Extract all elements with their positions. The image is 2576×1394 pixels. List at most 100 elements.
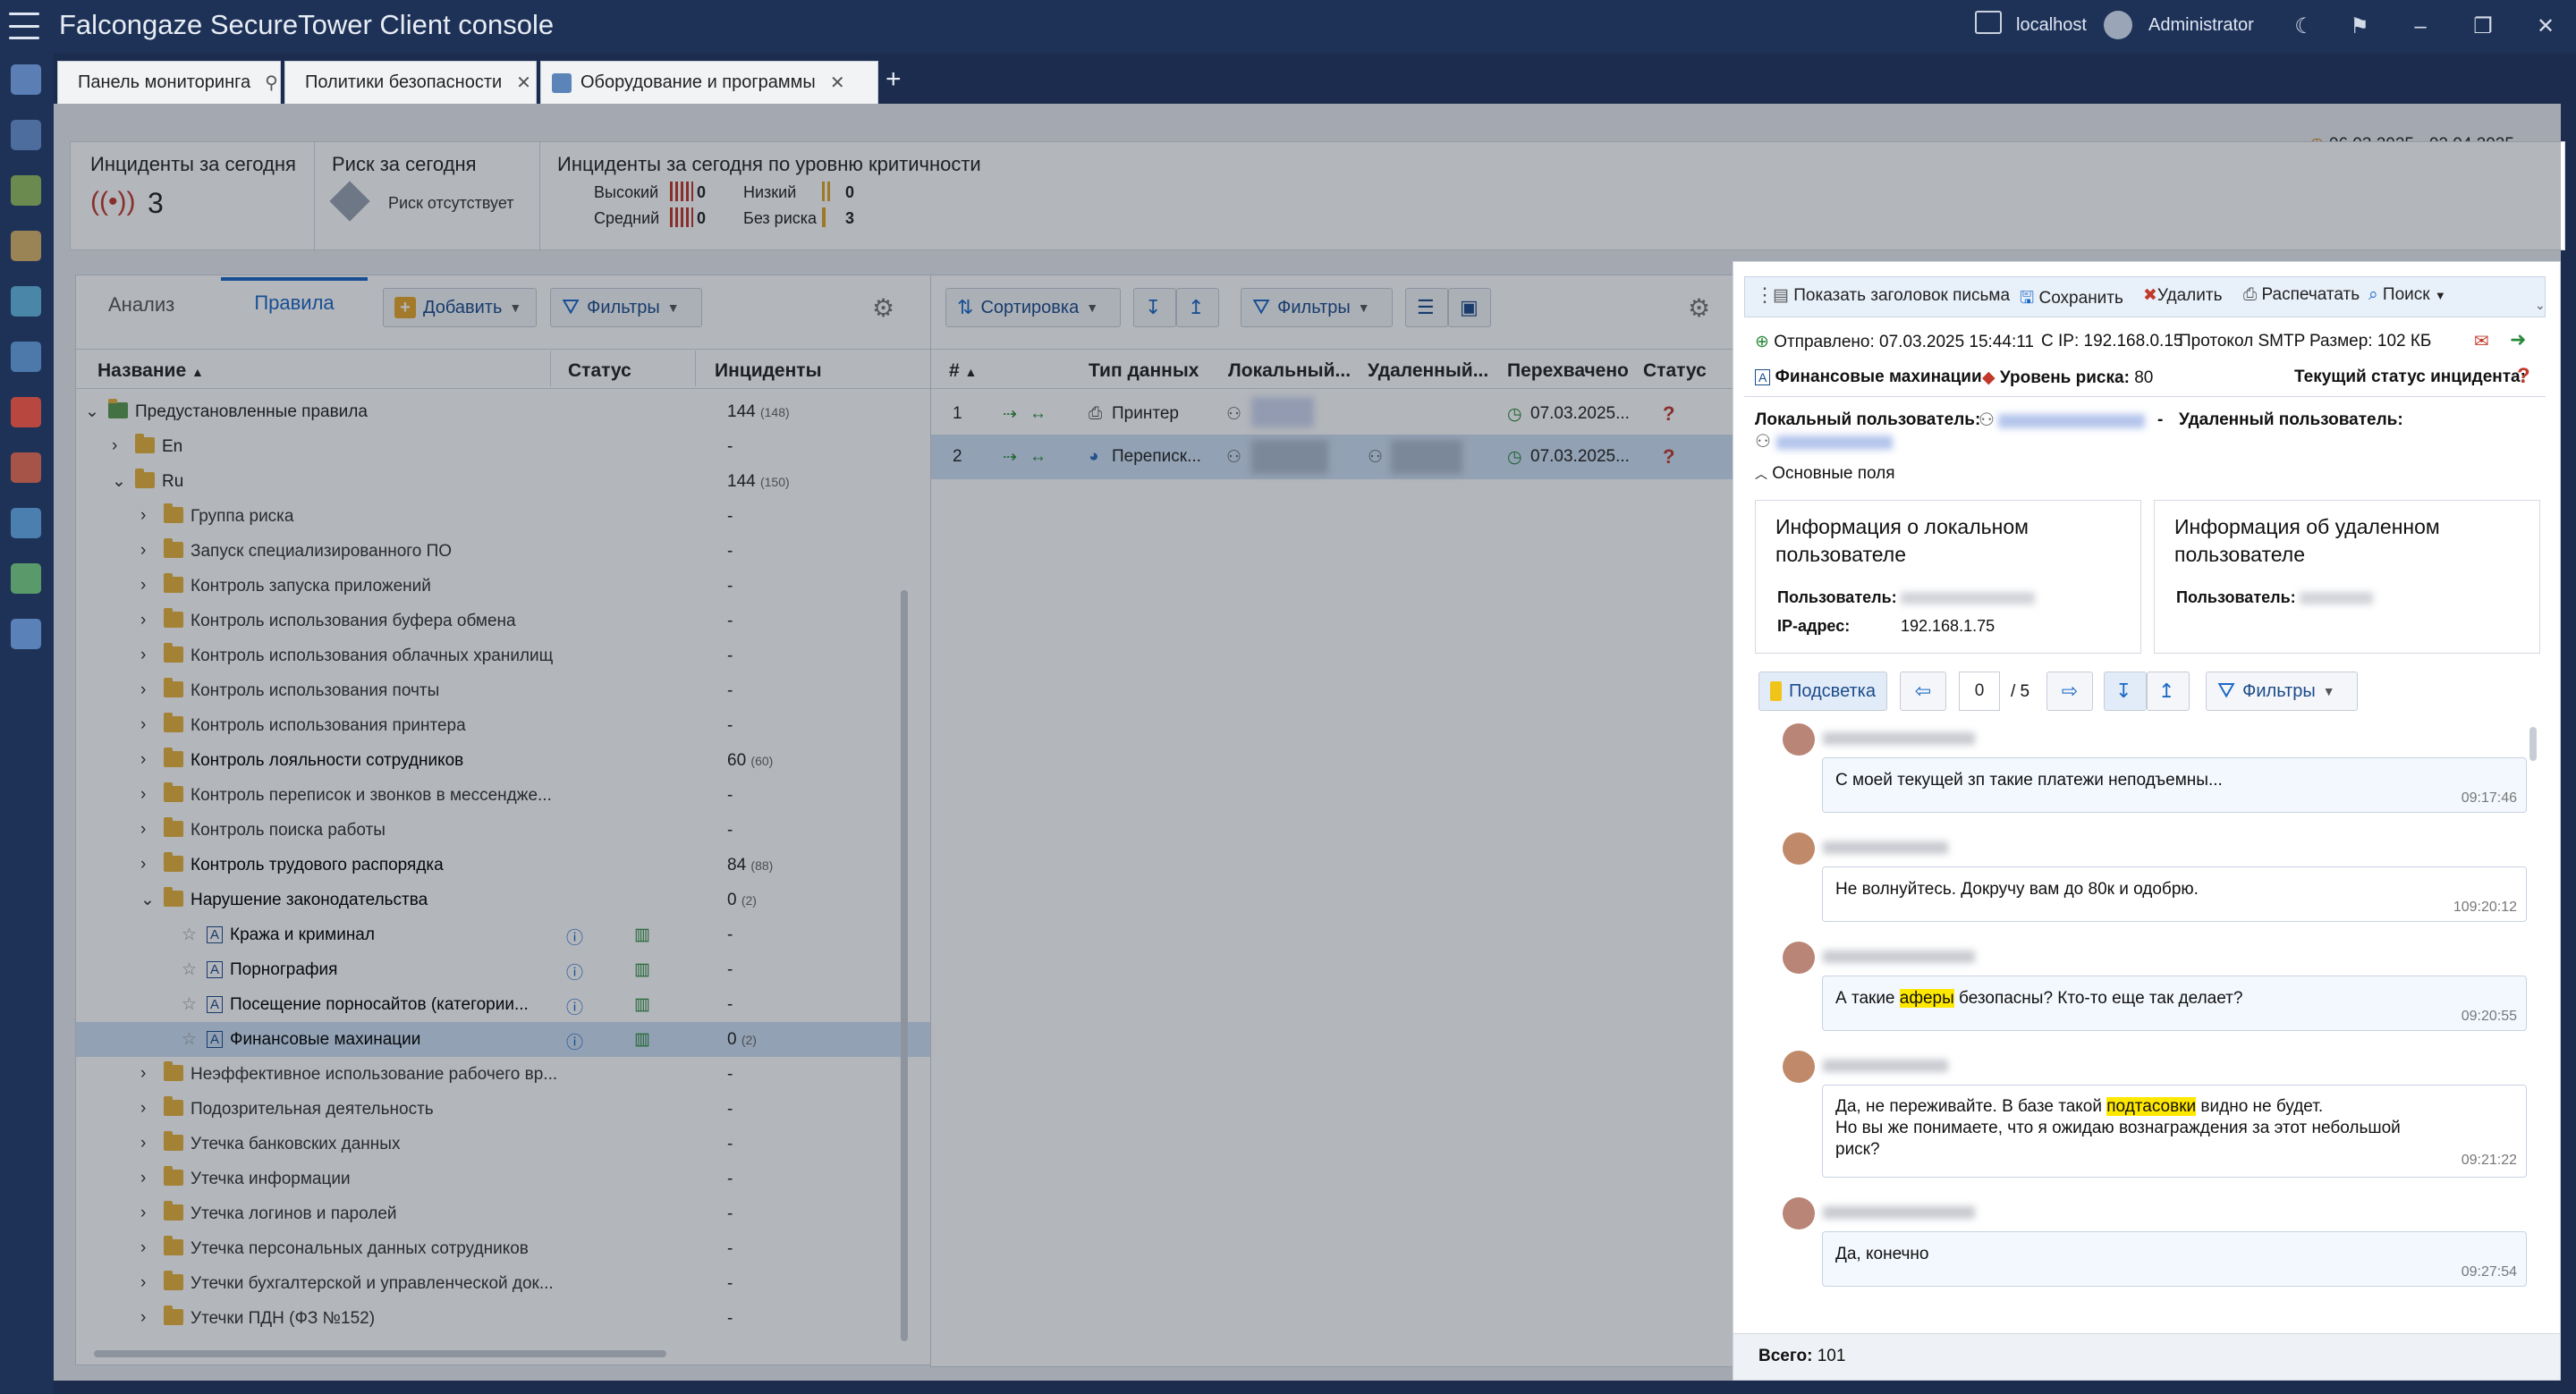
search-button[interactable]: ⌕ Поиск ▼ <box>2368 285 2446 305</box>
chevron-right-icon[interactable]: › <box>140 1064 146 1084</box>
chevron-right-icon[interactable]: › <box>140 1169 146 1188</box>
vertical-scrollbar[interactable] <box>2529 727 2537 761</box>
rule-group-row[interactable]: › Утечка банковских данных - <box>76 1127 953 1162</box>
filters-button[interactable]: ⛛ Фильтры ▼ <box>1241 288 1393 327</box>
chevron-right-icon[interactable]: › <box>140 611 146 630</box>
incidents-icon[interactable] <box>11 452 41 483</box>
message-bubble[interactable]: С моей текущей зп такие платежи неподъем… <box>1822 757 2527 813</box>
rule-group-row[interactable]: › Утечка информации - <box>76 1162 953 1196</box>
sort-desc-button[interactable]: ↥ <box>2147 672 2190 711</box>
rule-group-row[interactable]: › Утечка персональных данных сотрудников - <box>76 1231 953 1266</box>
rule-group-row[interactable]: ⌄ Ru 144 (150) <box>76 464 953 499</box>
chevron-right-icon[interactable]: › <box>112 436 117 456</box>
star-icon[interactable]: ☆ <box>182 925 197 945</box>
gear-icon[interactable]: ⚙ <box>1688 293 1710 323</box>
dashboard-icon[interactable] <box>11 64 41 95</box>
more-vertical-icon[interactable]: ⋮ <box>1755 283 1775 307</box>
tab-security-policies[interactable]: Политики безопасности ✕ <box>284 61 537 104</box>
archive-icon[interactable] <box>11 342 41 372</box>
moon-icon[interactable]: ☾ <box>2286 11 2322 43</box>
print-button[interactable]: ⎙ Распечатать <box>2243 285 2360 305</box>
star-icon[interactable]: ☆ <box>182 959 197 980</box>
info-icon[interactable]: ⓘ <box>566 925 583 949</box>
export-arrow-icon[interactable]: ➜ <box>2510 328 2526 351</box>
rule-group-row[interactable]: › Контроль использования облачных хранили… <box>76 638 953 673</box>
chevron-right-icon[interactable]: › <box>140 1204 146 1223</box>
tab-equipment[interactable]: Оборудование и программы ✕ <box>540 61 878 104</box>
star-icon[interactable]: ☆ <box>182 1029 197 1050</box>
user-label[interactable]: Administrator <box>2148 15 2254 36</box>
chevron-down-icon[interactable]: ⌄ <box>85 401 99 422</box>
message-bubble[interactable]: Да, не переживайте. В базе такой подтасо… <box>1822 1085 2527 1178</box>
close-icon[interactable]: ✕ <box>516 72 531 94</box>
main-fields-toggle[interactable]: ︿ Основные поля <box>1755 464 1895 484</box>
restore-button[interactable]: ❐ <box>2465 11 2501 43</box>
local-user-link-blurred[interactable] <box>1998 414 2145 428</box>
host-label[interactable]: localhost <box>2016 15 2087 36</box>
show-header-button[interactable]: ▤ Показать заголовок письма <box>1773 285 2010 306</box>
column-remote[interactable]: Удаленный... <box>1368 360 1488 382</box>
chevron-right-icon[interactable]: › <box>140 646 146 665</box>
add-button[interactable]: + Добавить ▼ <box>383 288 537 327</box>
chevron-right-icon[interactable]: › <box>140 820 146 840</box>
star-icon[interactable]: ☆ <box>182 994 197 1015</box>
book-icon[interactable]: ▥ <box>634 1029 650 1050</box>
rule-group-row[interactable]: › Контроль трудового распорядка 84 (88) <box>76 848 953 883</box>
prev-match-button[interactable]: ⇦ <box>1900 672 1946 711</box>
expand-toolbar-icon[interactable]: ⌄ <box>2535 298 2546 313</box>
rule-row[interactable]: ☆ Aⓘ ▥ Финансовые махинации 0 (2) <box>76 1022 953 1057</box>
chevron-right-icon[interactable]: › <box>140 506 146 526</box>
list-view-button[interactable]: ☰ <box>1405 288 1448 327</box>
tab-analysis[interactable]: Анализ <box>108 293 174 317</box>
chevron-right-icon[interactable]: › <box>140 750 146 770</box>
menu-icon[interactable] <box>9 13 39 39</box>
reports-icon[interactable] <box>11 286 41 317</box>
remote-user-blurred[interactable] <box>1391 440 1462 474</box>
column-status[interactable]: Статус <box>568 360 631 382</box>
horizontal-scrollbar[interactable] <box>94 1350 666 1357</box>
chevron-down-icon[interactable]: ⌄ <box>140 890 155 910</box>
chevron-right-icon[interactable]: › <box>140 715 146 735</box>
rule-group-row[interactable]: › Контроль использования почты - <box>76 673 953 708</box>
rule-group-row[interactable]: › Утечка логинов и паролей - <box>76 1196 953 1231</box>
policy-name[interactable]: A Финансовые махинации <box>1755 368 1982 387</box>
catalog-icon[interactable] <box>11 563 41 594</box>
close-window-button[interactable]: ✕ <box>2528 11 2563 43</box>
user-search-icon[interactable] <box>11 231 41 261</box>
message-bubble[interactable]: Да, конечно 09:27:54 <box>1822 1231 2527 1287</box>
rule-group-row[interactable]: › Контроль использования буфера обмена - <box>76 604 953 638</box>
sort-asc-button[interactable]: ↧ <box>2104 672 2147 711</box>
chevron-right-icon[interactable]: › <box>140 680 146 700</box>
rule-row[interactable]: ☆ Aⓘ ▥ Кража и криминал - <box>76 917 953 952</box>
rule-group-row[interactable]: › Контроль запуска приложений - <box>76 569 953 604</box>
chevron-right-icon[interactable]: › <box>140 1099 146 1119</box>
message-bubble[interactable]: Не волнуйтесь. Докручу вам до 80к и одоб… <box>1822 866 2527 922</box>
column-intercepted[interactable]: Перехвачено <box>1507 360 1629 382</box>
column-incidents[interactable]: Инциденты <box>715 360 822 382</box>
tab-monitoring[interactable]: Панель мониторинга ⚲ <box>57 61 281 104</box>
search-icon[interactable] <box>11 120 41 150</box>
info-icon[interactable]: ⓘ <box>566 959 583 984</box>
notification-icon[interactable]: ✉ <box>2474 330 2489 352</box>
rule-group-row[interactable]: › Подозрительная деятельность - <box>76 1092 953 1127</box>
tab-rules[interactable]: Правила <box>221 277 368 324</box>
rule-group-row[interactable]: ⌄ Предустановленные правила 144 (148) <box>76 394 953 429</box>
rule-group-row[interactable]: › Утечки ПДН (ФЗ №152) - <box>76 1301 953 1336</box>
next-match-button[interactable]: ⇨ <box>2046 672 2093 711</box>
save-button[interactable]: 🖫 Сохранить <box>2020 285 2123 314</box>
rule-group-row[interactable]: › Контроль переписок и звонков в мессендж… <box>76 778 953 813</box>
column-local[interactable]: Локальный... <box>1228 360 1351 382</box>
highlight-button[interactable]: Подсветка <box>1758 672 1887 711</box>
feedback-icon[interactable]: ⚑ <box>2342 11 2377 43</box>
sort-button[interactable]: ⇅ Сортировка ▼ <box>945 288 1121 327</box>
info-icon[interactable]: ⓘ <box>566 994 583 1018</box>
chevron-right-icon[interactable]: › <box>140 855 146 874</box>
chevron-right-icon[interactable]: › <box>140 785 146 805</box>
rule-row[interactable]: ☆ Aⓘ ▥ Порнография - <box>76 952 953 987</box>
add-tab-button[interactable]: + <box>886 66 902 93</box>
chevron-down-icon[interactable]: ⌄ <box>112 471 126 492</box>
minimize-button[interactable]: – <box>2402 11 2438 43</box>
rule-group-row[interactable]: ⌄ Нарушение законодательства 0 (2) <box>76 883 953 917</box>
chevron-right-icon[interactable]: › <box>140 1134 146 1153</box>
rule-group-row[interactable]: › Утечки бухгалтерской и управленческой д… <box>76 1266 953 1301</box>
